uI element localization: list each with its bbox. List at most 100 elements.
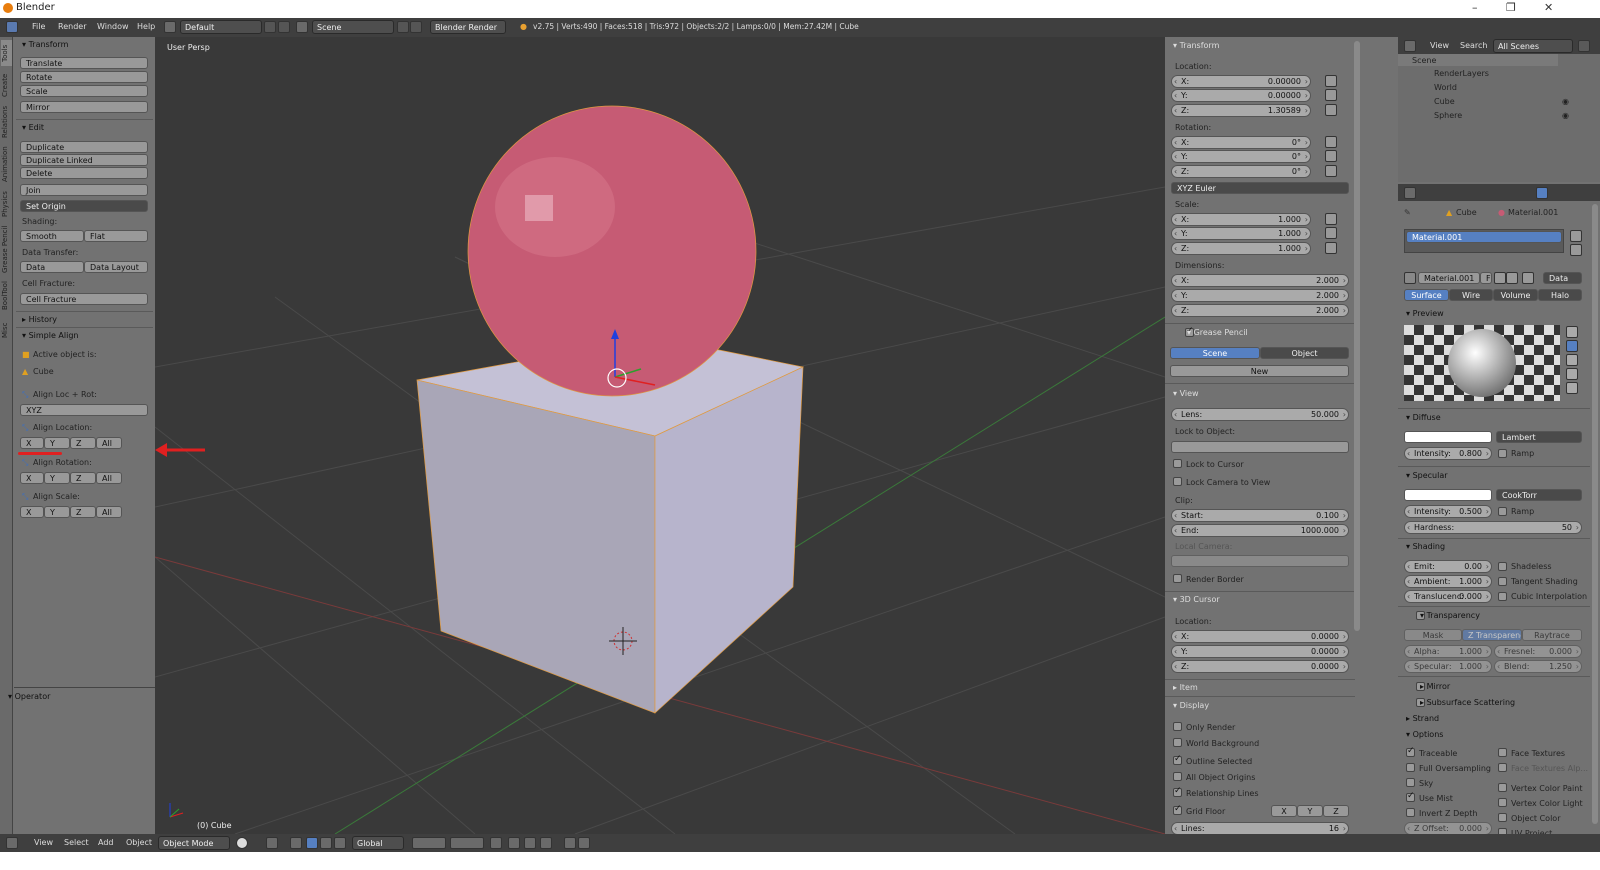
clip-start-field[interactable]: Start:0.100 [1171, 509, 1349, 522]
align-location-all-button[interactable]: All [96, 437, 122, 449]
outliner-item-cube[interactable]: Cube [1434, 97, 1455, 106]
fresnel-field[interactable]: Fresnel:0.000 [1494, 645, 1582, 658]
item-panel-header[interactable]: Item [1173, 683, 1198, 692]
grease-new-button[interactable]: New [1170, 365, 1349, 377]
rotation-z-field[interactable]: Z:0° [1171, 165, 1311, 178]
align-rotation-y-button[interactable]: Y [44, 472, 70, 484]
opengl-anim-icon[interactable] [578, 837, 590, 849]
diffuse-color-swatch[interactable] [1404, 431, 1492, 443]
render-engine-dropdown[interactable]: Blender Render [430, 20, 506, 34]
display-panel-header[interactable]: Display [1173, 701, 1210, 710]
clip-end-field[interactable]: End:1000.000 [1171, 524, 1349, 537]
menu-file[interactable]: File [32, 22, 45, 31]
layers-group-2[interactable] [450, 837, 484, 849]
status-menu-add[interactable]: Add [98, 838, 114, 847]
data-layout-button[interactable]: Data Layout [84, 261, 148, 273]
rotate-manipulator-icon[interactable] [320, 837, 332, 849]
add-layout-icon[interactable] [264, 21, 276, 33]
flat-button[interactable]: Flat [84, 230, 148, 242]
delete-button[interactable]: Delete [20, 167, 148, 179]
rotation-x-field[interactable]: X:0° [1171, 136, 1311, 149]
invert-z-checkbox[interactable] [1406, 808, 1415, 817]
align-scale-y-button[interactable]: Y [44, 506, 70, 518]
grid-axis-x-button[interactable]: X [1271, 805, 1297, 817]
join-button[interactable]: Join [20, 184, 148, 196]
preview-header[interactable]: Preview [1406, 309, 1444, 318]
editor-type-icon[interactable] [6, 21, 18, 33]
node-icon[interactable] [1522, 272, 1534, 284]
traceable-checkbox[interactable] [1406, 746, 1415, 757]
tab-halo[interactable]: Halo [1538, 289, 1582, 301]
transparency-mask-button[interactable]: Mask [1404, 629, 1462, 641]
local-camera-field[interactable] [1171, 555, 1349, 567]
cursor-z-field[interactable]: Z:0.0000 [1171, 660, 1349, 673]
emit-field[interactable]: Emit:0.00 [1404, 560, 1492, 573]
specular-shader-dropdown[interactable]: CookTorr [1496, 489, 1582, 501]
align-scale-z-button[interactable]: Z [70, 506, 96, 518]
scale-manipulator-icon[interactable] [334, 837, 346, 849]
add-slot-icon[interactable] [1570, 230, 1582, 242]
data-button[interactable]: Data [20, 261, 84, 273]
align-location-x-button[interactable]: X [20, 437, 44, 449]
cursor-y-field[interactable]: Y:0.0000 [1171, 645, 1349, 658]
lock-scale-y-icon[interactable] [1325, 227, 1337, 239]
transparency-header[interactable]: Transparency [1406, 611, 1480, 620]
tab-relations[interactable]: Relations [1, 103, 12, 141]
dimensions-y-field[interactable]: Y:2.000 [1171, 289, 1349, 302]
tab-surface[interactable]: Surface [1404, 289, 1449, 301]
grid-axis-z-button[interactable]: Z [1323, 805, 1349, 817]
snap-icon[interactable] [524, 837, 536, 849]
3d-cursor-header[interactable]: 3D Cursor [1173, 595, 1220, 604]
align-xyz-button[interactable]: XYZ [20, 404, 148, 416]
status-menu-object[interactable]: Object [126, 838, 152, 847]
cursor-x-field[interactable]: X:0.0000 [1171, 630, 1349, 643]
align-location-y-button[interactable]: Y [44, 437, 70, 449]
transparency-raytrace-button[interactable]: Raytrace [1522, 629, 1582, 641]
sky-checkbox[interactable] [1406, 778, 1415, 787]
scale-x-field[interactable]: X:1.000 [1171, 213, 1311, 226]
panel-history-header[interactable]: History [22, 315, 57, 324]
lock-camera-checkbox[interactable] [1173, 477, 1182, 486]
grid-floor-checkbox[interactable] [1173, 804, 1182, 815]
unlink-material-icon[interactable] [1506, 272, 1518, 284]
vertex-color-paint-checkbox[interactable] [1498, 783, 1507, 792]
remove-scene-icon[interactable] [410, 21, 422, 33]
lock-location-x-icon[interactable] [1325, 75, 1337, 87]
outliner-menu-view[interactable]: View [1430, 41, 1449, 50]
menu-window[interactable]: Window [97, 22, 129, 31]
preview-hair-icon[interactable] [1566, 382, 1578, 394]
only-render-checkbox[interactable] [1173, 722, 1182, 731]
properties-scrollbar[interactable] [1592, 204, 1598, 824]
tab-physics[interactable]: Physics [1, 187, 12, 221]
tab-create[interactable]: Create [1, 69, 12, 101]
n-panel-scrollbar[interactable] [1354, 41, 1360, 631]
close-button[interactable]: ✕ [1544, 1, 1553, 14]
pivot-icon[interactable] [266, 837, 278, 849]
cube-visibility-icon[interactable]: ◉ [1562, 97, 1569, 106]
material-browse-icon[interactable] [1404, 272, 1416, 284]
mirror-header[interactable]: Mirror [1406, 682, 1451, 691]
specular-header[interactable]: Specular [1406, 471, 1448, 480]
mode-dropdown[interactable]: Object Mode [158, 836, 230, 850]
viewport-shading-icon[interactable] [236, 837, 248, 849]
preview-sphere-icon[interactable] [1566, 340, 1578, 352]
view-panel-header[interactable]: View [1173, 389, 1199, 398]
align-rotation-all-button[interactable]: All [96, 472, 122, 484]
opengl-render-icon[interactable] [564, 837, 576, 849]
location-y-field[interactable]: Y:0.00000 [1171, 89, 1311, 102]
outliner-item-sphere[interactable]: Sphere [1434, 111, 1462, 120]
orientation-dropdown[interactable]: Global [352, 836, 404, 850]
specular-alpha-field[interactable]: Specular:1.000 [1404, 660, 1492, 673]
panel-transform-header[interactable]: Transform [22, 40, 69, 49]
shadeless-checkbox[interactable] [1498, 562, 1507, 571]
specular-color-swatch[interactable] [1404, 489, 1492, 501]
cell-fracture-button[interactable]: Cell Fracture [20, 293, 148, 305]
pin-icon[interactable]: ✎ [1404, 208, 1411, 217]
viewport-editor-icon[interactable] [6, 837, 18, 849]
hardness-field[interactable]: Hardness:50 [1404, 521, 1582, 534]
status-menu-view[interactable]: View [34, 838, 53, 847]
scene-dropdown[interactable]: Scene [312, 20, 394, 34]
lock-cursor-checkbox[interactable] [1173, 459, 1182, 468]
3d-viewport[interactable]: User Persp (0) Cube [155, 37, 1165, 834]
align-scale-x-button[interactable]: X [20, 506, 44, 518]
